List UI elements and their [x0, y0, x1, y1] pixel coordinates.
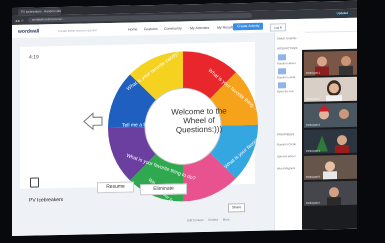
- share-button[interactable]: Share: [228, 203, 246, 213]
- printables-heading: PRINTABLES: [277, 132, 295, 137]
- timer: 4:19: [29, 54, 39, 61]
- switch-template-label: Switch template: [277, 36, 297, 41]
- participant-name: Participant 2: [306, 97, 320, 101]
- wheel-title: Welcome to the Wheel of Questions:))): [171, 106, 227, 135]
- participant-tile[interactable]: Participant 6: [304, 180, 357, 206]
- activity-title: PV Icebreakers: [29, 196, 64, 204]
- participant-name: Participant 6: [306, 201, 320, 205]
- resume-button[interactable]: Resume: [97, 181, 134, 194]
- more-link[interactable]: More: [223, 217, 230, 221]
- segment-label: Tell me a funny joke!: [122, 122, 168, 129]
- login-button[interactable]: Log in: [270, 23, 287, 32]
- eliminate-button[interactable]: Eliminate: [140, 183, 187, 196]
- template-item[interactable]: Spin the wheel: [277, 154, 295, 158]
- monitor: PV Icebreakers - Random wheel ◀ ▶ ⟳ word…: [0, 0, 385, 243]
- nav-my-activities[interactable]: My Activities: [190, 26, 209, 30]
- template-item[interactable]: Random cards: [277, 75, 295, 79]
- worksheet-icon[interactable]: [30, 177, 39, 188]
- participant-tile[interactable]: Participant 1: [304, 50, 357, 76]
- template-thumb[interactable]: [278, 68, 286, 75]
- participant-tile[interactable]: Participant 5: [304, 154, 357, 180]
- nav-features[interactable]: Features: [144, 27, 158, 31]
- template-side-panel: Switch template INTERACTIVES Random whee…: [274, 31, 305, 231]
- edit-content-link[interactable]: Edit Content: [187, 218, 204, 222]
- participant-name: Participant 5: [306, 175, 320, 179]
- nav-home[interactable]: Home: [128, 27, 137, 31]
- nav-my-results[interactable]: My Results: [217, 25, 234, 29]
- browser-window: PV Icebreakers - Random wheel ◀ ▶ ⟳ word…: [12, 0, 357, 236]
- template-thumb[interactable]: [278, 82, 286, 89]
- participant-tile[interactable]: Participant 4: [304, 128, 357, 154]
- arrow-pointer-icon: [83, 112, 103, 131]
- interactives-heading: INTERACTIVES: [277, 46, 298, 51]
- video-call-panel: Participant 1 Participant 2 Participant …: [302, 48, 357, 230]
- template-item[interactable]: Random Cards: [277, 142, 296, 146]
- embed-link[interactable]: Embed: [208, 218, 218, 222]
- template-item[interactable]: Random wheel: [277, 61, 296, 65]
- nav-community[interactable]: Community: [164, 26, 182, 30]
- template-item[interactable]: Open the box: [277, 89, 294, 93]
- tagline: Create better lessons quicker: [58, 28, 98, 34]
- participant-tile[interactable]: Participant 3: [304, 102, 357, 128]
- profile-button[interactable]: Updated: [333, 10, 351, 17]
- participant-name: Participant 1: [306, 71, 320, 75]
- participant-name: Participant 4: [306, 149, 320, 153]
- nav-arrows-icon[interactable]: ◀ ▶ ⟳: [15, 19, 24, 23]
- participant-name: Participant 3: [306, 123, 320, 127]
- template-item[interactable]: Word Magnets: [277, 166, 295, 170]
- template-thumb[interactable]: [278, 54, 286, 61]
- wordwall-logo[interactable]: wordwall: [18, 28, 39, 34]
- create-activity-button[interactable]: Create Activity: [233, 22, 264, 31]
- participant-tile[interactable]: Participant 2: [304, 76, 357, 102]
